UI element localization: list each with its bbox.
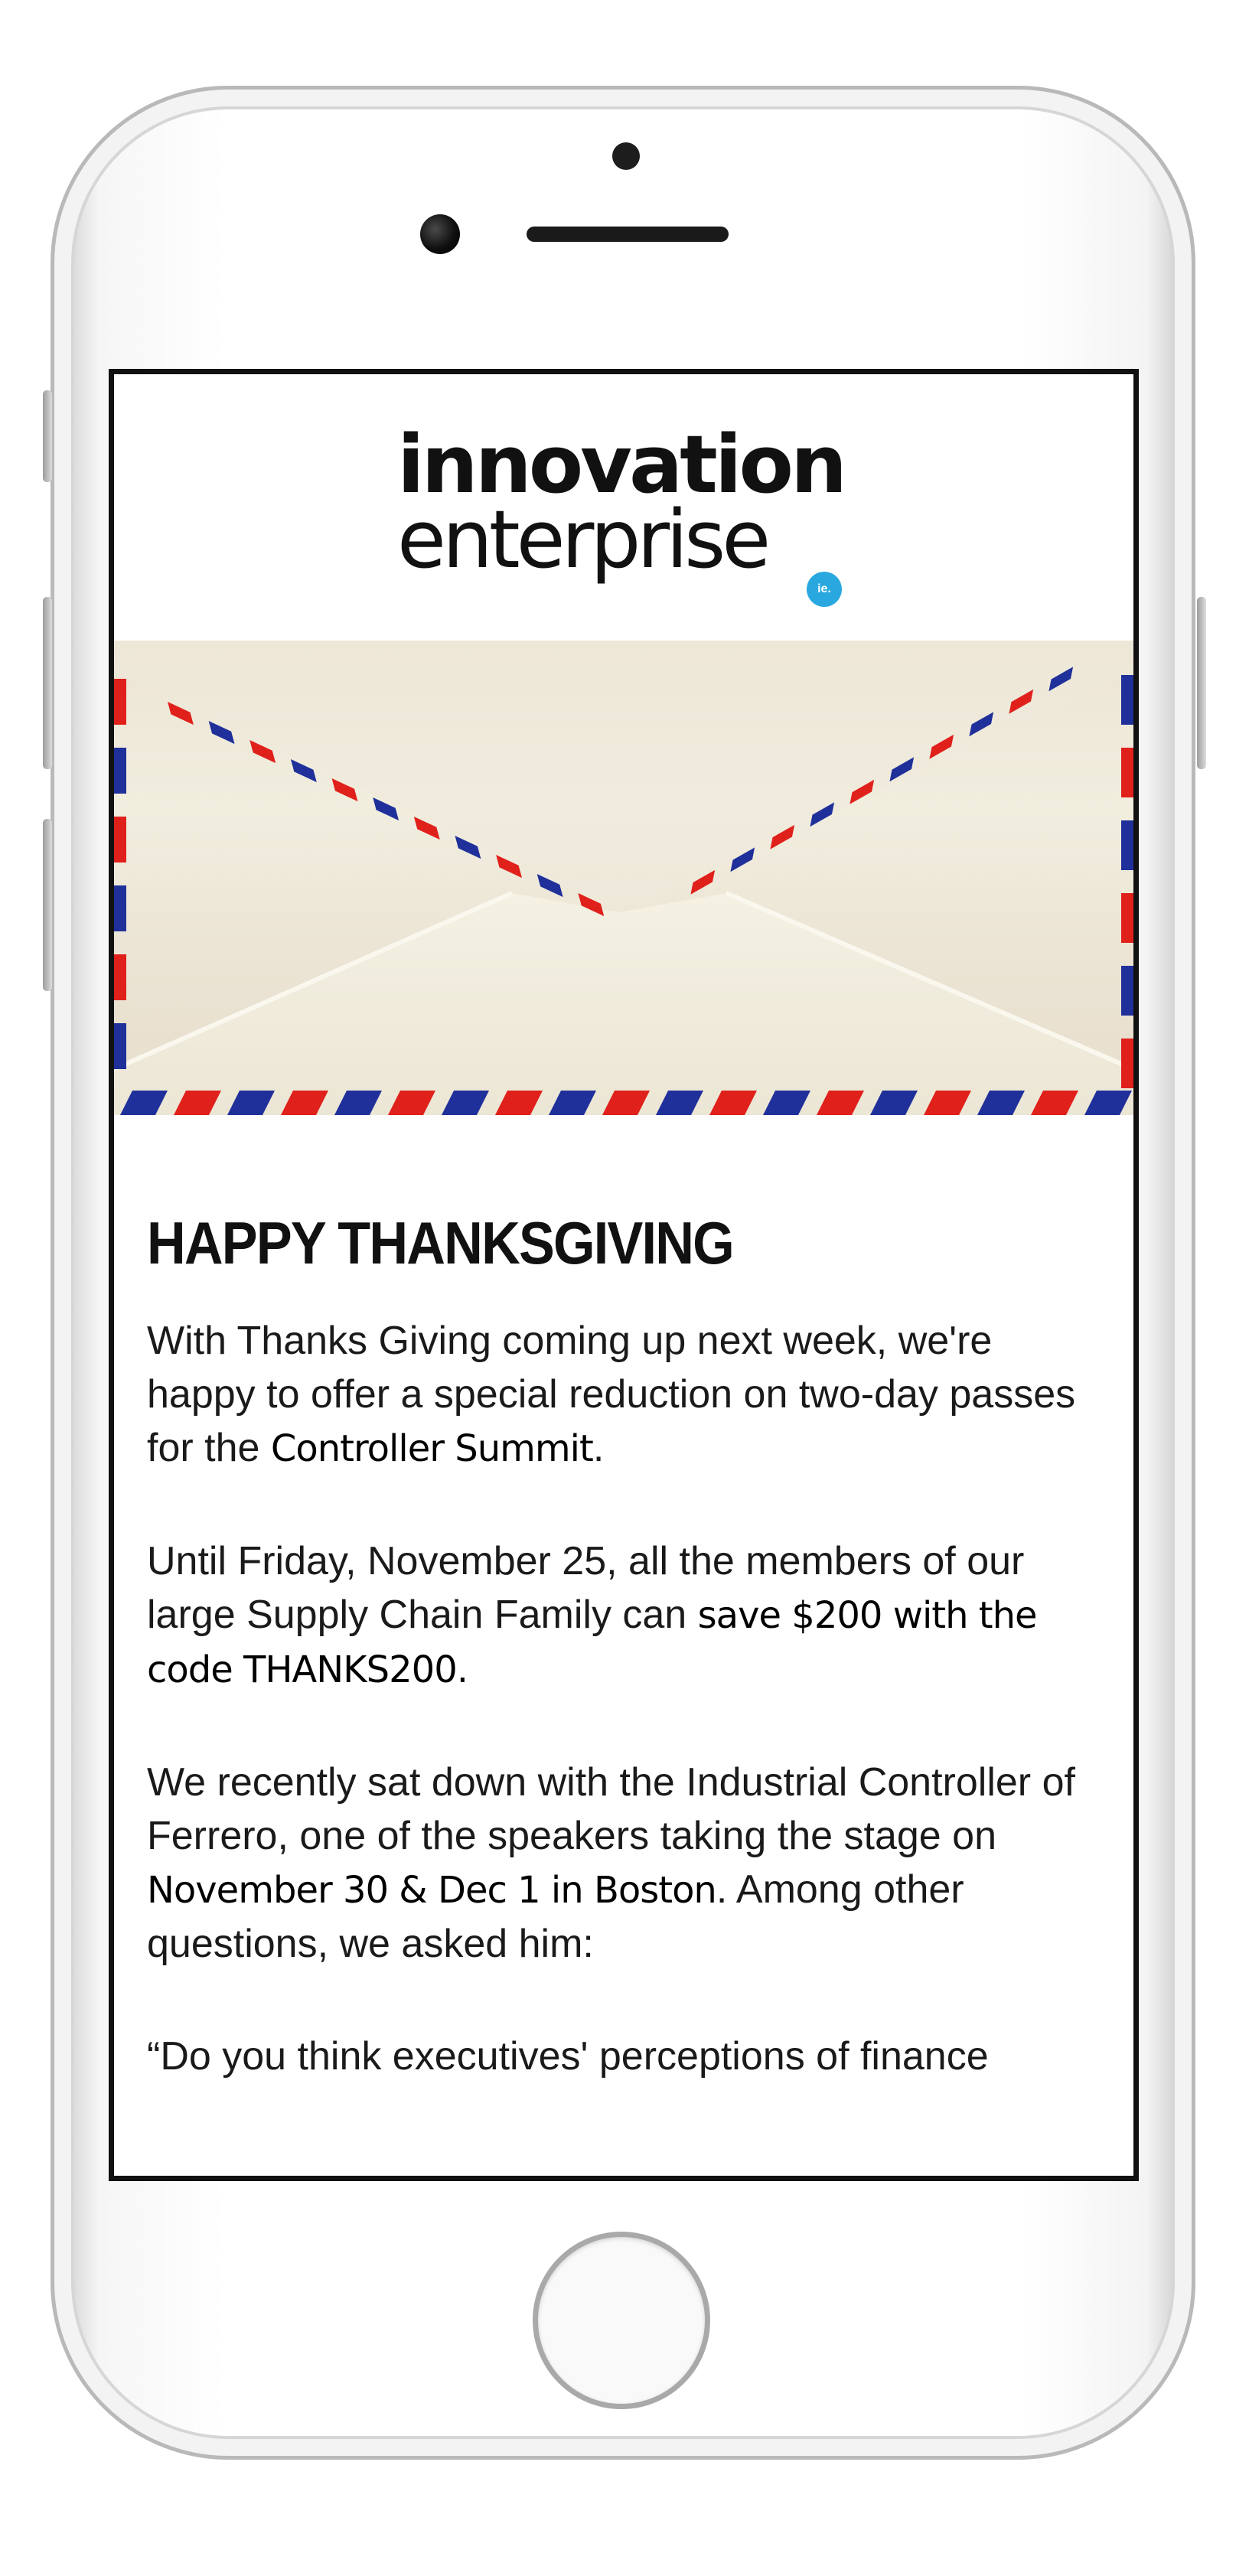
power-button xyxy=(1197,597,1206,769)
paragraph-offer: Until Friday, November 25, all the membe… xyxy=(147,1534,1104,1697)
paragraph-interview: We recently sat down with the Industrial… xyxy=(147,1756,1104,1971)
paragraph-intro: With Thanks Giving coming up next week, … xyxy=(147,1314,1104,1475)
intro-end: . xyxy=(592,1426,605,1470)
email-body: HAPPY THANKSGIVING With Thanks Giving co… xyxy=(147,1208,1104,2142)
paragraph-quote: “Do you think executives' perceptions of… xyxy=(147,2030,1104,2083)
front-sensor xyxy=(612,142,640,170)
logo-line-2: enterprise xyxy=(397,493,771,586)
event-dates: November 30 & Dec 1 in Boston xyxy=(147,1869,717,1912)
home-button[interactable] xyxy=(533,2232,710,2409)
airmail-envelope-image xyxy=(114,641,1133,1115)
quote-text: “Do you think executives' perceptions of… xyxy=(147,2034,989,2079)
volume-down-button xyxy=(43,819,52,991)
headline: HAPPY THANKSGIVING xyxy=(147,1209,735,1277)
email-screen[interactable]: innovation enterprise ie. HAPPY THANKSGI… xyxy=(109,369,1139,2181)
brand-logo[interactable]: innovation enterprise ie. xyxy=(397,419,872,607)
controller-summit-link[interactable]: Controller Summit xyxy=(271,1427,594,1470)
interview-text: We recently sat down with the Industrial… xyxy=(147,1760,1075,1858)
front-camera xyxy=(420,214,460,254)
earpiece-speaker xyxy=(527,227,729,242)
volume-up-button xyxy=(43,597,52,769)
silent-switch xyxy=(43,390,52,482)
logo-badge: ie. xyxy=(807,572,842,607)
